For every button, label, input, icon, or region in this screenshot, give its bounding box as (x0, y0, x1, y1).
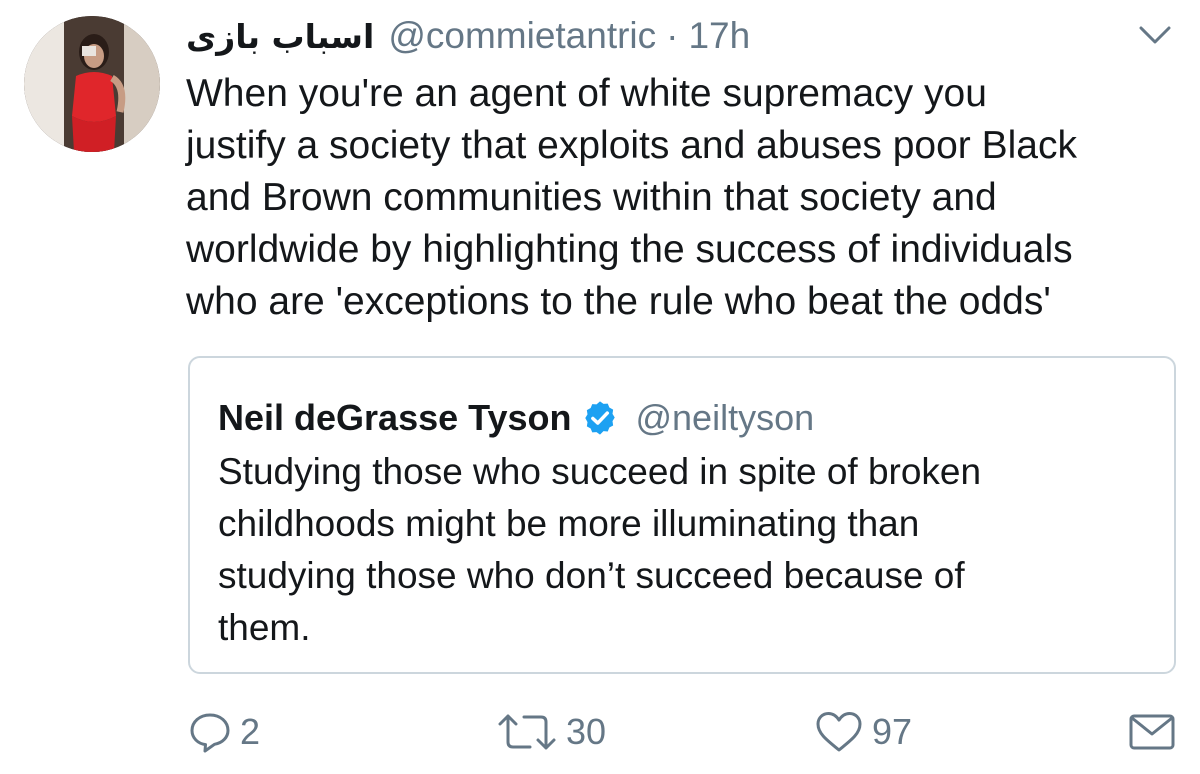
reply-icon (190, 713, 230, 753)
timestamp[interactable]: 17h (688, 15, 750, 57)
envelope-icon (1129, 714, 1175, 750)
verified-badge-icon (585, 401, 616, 435)
reply-button[interactable]: 2 (188, 704, 260, 760)
quoted-text-line: Studying those who succeed in spite of b… (218, 451, 982, 492)
quoted-user-handle: @neiltyson (635, 397, 815, 438)
display-name[interactable]: اسباب بازی (186, 17, 374, 56)
tweet-text-line: justify a society that exploits and abus… (186, 124, 1077, 167)
like-count: 97 (872, 711, 913, 752)
user-handle[interactable]: @commietantric (388, 15, 656, 57)
retweet-count: 30 (566, 711, 607, 752)
tweet-text-line: and Brown communities within that societ… (186, 176, 997, 219)
quoted-text-line: studying those who don’t succeed because… (218, 555, 965, 596)
chevron-down-icon[interactable] (1138, 24, 1172, 46)
quoted-tweet-header: Neil deGrasse Tyson @neiltyson (218, 392, 814, 444)
like-button[interactable]: 97 (814, 704, 912, 760)
quoted-tweet-text: Studying those who succeed in spite of b… (218, 446, 981, 654)
retweet-icon (498, 714, 556, 750)
avatar[interactable] (24, 16, 160, 152)
tweet-text-line: worldwide by highlighting the success of… (186, 228, 1073, 271)
direct-message-button[interactable] (1128, 704, 1176, 760)
retweet-button[interactable]: 30 (496, 704, 606, 760)
heart-icon (816, 712, 862, 752)
quoted-text-line: childhoods might be more illuminating th… (218, 503, 920, 544)
reply-count: 2 (240, 711, 261, 752)
action-bar: 2 30 97 (0, 704, 1200, 760)
quoted-tweet[interactable]: Neil deGrasse Tyson @neiltyson Studying … (188, 356, 1176, 674)
tweet-text-line: who are 'exceptions to the rule who beat… (186, 280, 1051, 323)
quoted-display-name: Neil deGrasse Tyson (218, 397, 572, 438)
tweet-header: اسباب بازی @commietantric · 17h (186, 12, 750, 60)
quoted-text-line: them. (218, 607, 311, 648)
tweet-text-line: When you're an agent of white supremacy … (186, 72, 987, 115)
separator-dot: · (666, 15, 679, 56)
tweet-text: When you're an agent of white supremacy … (186, 68, 1186, 328)
